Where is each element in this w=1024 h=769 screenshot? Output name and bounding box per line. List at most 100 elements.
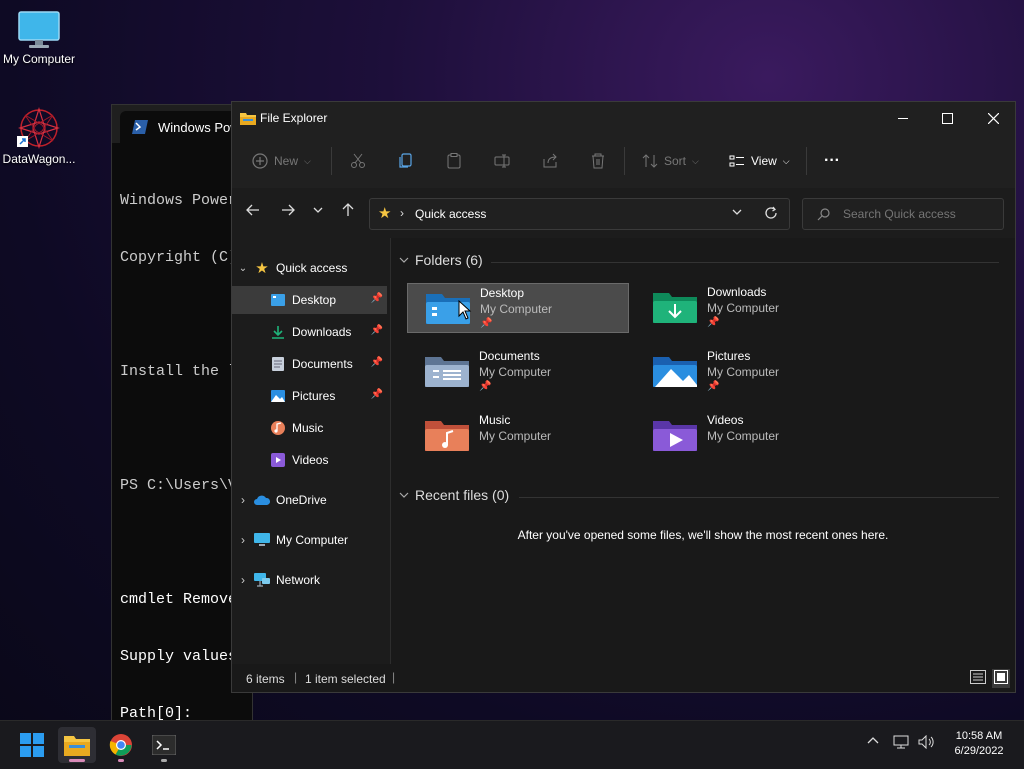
start-button[interactable]: [13, 727, 51, 763]
sidebar-item-pictures[interactable]: Pictures 📌: [232, 382, 387, 410]
network-icon: [254, 572, 270, 588]
chevron-down-icon: [399, 257, 409, 263]
search-icon: [817, 208, 830, 221]
tiles-view-button[interactable]: [992, 669, 1010, 688]
recent-locations-button[interactable]: [313, 203, 323, 222]
desktop-icon-datawagon[interactable]: DataWagon...: [0, 106, 84, 166]
desktop-icon-label: DataWagon...: [2, 152, 76, 166]
clipboard-icon: [447, 153, 461, 169]
chevron-up-icon: [867, 737, 879, 744]
details-view-button[interactable]: [970, 670, 986, 687]
rename-button[interactable]: [494, 148, 510, 174]
sort-button[interactable]: Sort ⌵: [642, 148, 699, 174]
divider: [624, 147, 625, 175]
folder-tile-music[interactable]: Music My Computer: [407, 411, 629, 461]
show-hidden-icons-button[interactable]: [867, 735, 879, 750]
chevron-right-icon: ›: [241, 533, 245, 547]
new-button[interactable]: New ⌵: [252, 148, 311, 174]
network-status-button[interactable]: [893, 735, 909, 752]
folder-tile-desktop[interactable]: Desktop My Computer 📌: [407, 283, 629, 333]
active-indicator: [69, 759, 85, 762]
sidebar-item-quick-access[interactable]: ⌄ ★ Quick access: [232, 254, 387, 282]
folder-tile-videos[interactable]: Videos My Computer: [635, 411, 857, 461]
powershell-icon: [132, 120, 148, 134]
clock[interactable]: 10:58 AM 6/29/2022: [946, 729, 1012, 759]
more-options-button[interactable]: ···: [824, 148, 840, 174]
folder-tile-documents[interactable]: Documents My Computer 📌: [407, 347, 629, 397]
datawagon-logo-icon: [17, 107, 60, 149]
taskbar-terminal[interactable]: [145, 727, 183, 763]
copy-icon: [399, 153, 412, 168]
music-icon: [270, 420, 286, 436]
delete-button[interactable]: [590, 148, 606, 174]
chevron-down-icon: ⌄: [238, 262, 248, 274]
search-input[interactable]: [841, 206, 995, 222]
pin-icon: 📌: [707, 381, 720, 392]
address-bar[interactable]: ★ › Quick access: [369, 198, 790, 230]
sidebar-item-videos[interactable]: Videos: [232, 446, 387, 474]
recent-files-section-header[interactable]: Recent files (0): [399, 487, 509, 503]
volume-button[interactable]: [918, 734, 936, 752]
minimize-button[interactable]: [880, 102, 926, 134]
sidebar-item-onedrive[interactable]: › OneDrive: [232, 486, 387, 514]
trash-icon: [592, 153, 604, 169]
sidebar-item-label: Music: [292, 421, 324, 435]
document-icon: [270, 356, 286, 372]
desktop-folder-icon: [270, 292, 286, 308]
forward-button[interactable]: [281, 203, 295, 222]
sidebar-item-label: Desktop: [292, 293, 337, 307]
chevron-down-icon: ⌵: [782, 155, 790, 166]
sidebar-item-label: Network: [276, 573, 321, 587]
sidebar-item-label: Videos: [292, 453, 329, 467]
sidebar-item-desktop[interactable]: Desktop 📌: [232, 286, 387, 314]
search-box[interactable]: [802, 198, 1004, 230]
address-location[interactable]: Quick access: [415, 207, 486, 221]
sidebar-item-documents[interactable]: Documents 📌: [232, 350, 387, 378]
running-indicator: [118, 759, 124, 762]
folder-tile-pictures[interactable]: Pictures My Computer 📌: [635, 347, 857, 397]
sidebar-item-label: Quick access: [276, 261, 348, 275]
pin-icon: 📌: [370, 357, 383, 368]
chevron-down-icon: [732, 209, 742, 215]
sidebar-item-music[interactable]: Music: [232, 414, 387, 442]
mouse-cursor-icon: [458, 300, 472, 320]
maximize-button[interactable]: [924, 102, 970, 134]
sidebar-item-network[interactable]: › Network: [232, 566, 387, 594]
arrow-up-icon: [342, 203, 354, 216]
back-button[interactable]: [246, 203, 260, 222]
folders-section-header[interactable]: Folders (6): [399, 252, 483, 268]
details-view-icon: [970, 670, 986, 684]
desktop-icon-my-computer[interactable]: My Computer: [0, 10, 84, 66]
documents-folder-icon: [425, 357, 469, 387]
status-bar: 6 items | 1 item selected |: [232, 664, 1015, 692]
share-button[interactable]: [542, 148, 558, 174]
sidebar-item-downloads[interactable]: Downloads 📌: [232, 318, 387, 346]
sort-label: Sort: [664, 154, 687, 168]
title-bar[interactable]: File Explorer: [232, 102, 1015, 134]
folder-name: Downloads: [707, 285, 767, 299]
folder-location: My Computer: [479, 365, 552, 379]
share-icon: [543, 153, 557, 168]
cut-button[interactable]: [350, 148, 366, 174]
content-pane[interactable]: Folders (6) Desktop My Computer 📌 Downlo…: [391, 238, 1015, 664]
view-button[interactable]: View ⌵: [729, 148, 790, 174]
chrome-icon: [109, 734, 132, 756]
taskbar-chrome[interactable]: [102, 727, 140, 763]
paste-button[interactable]: [446, 148, 462, 174]
navigation-pane: ⌄ ★ Quick access Desktop 📌 Downloads 📌 D…: [232, 238, 391, 664]
folder-tile-downloads[interactable]: Downloads My Computer 📌: [635, 283, 857, 333]
up-button[interactable]: [341, 203, 355, 222]
close-icon: [987, 112, 999, 124]
item-count: 6 items: [246, 672, 285, 686]
address-dropdown-button[interactable]: [732, 205, 742, 224]
pin-icon: 📌: [370, 293, 383, 304]
sidebar-item-label: Downloads: [292, 325, 352, 339]
refresh-button[interactable]: [764, 206, 778, 225]
taskbar-file-explorer[interactable]: [58, 727, 96, 763]
file-explorer-window[interactable]: File Explorer New ⌵ Sort ⌵ View ⌵ ··· ★ …: [231, 101, 1016, 693]
copy-button[interactable]: [398, 148, 414, 174]
selection-count: 1 item selected: [305, 672, 386, 686]
monitor-icon: [254, 532, 270, 548]
close-button[interactable]: [970, 102, 1016, 134]
sidebar-item-my-computer[interactable]: › My Computer: [232, 526, 387, 554]
